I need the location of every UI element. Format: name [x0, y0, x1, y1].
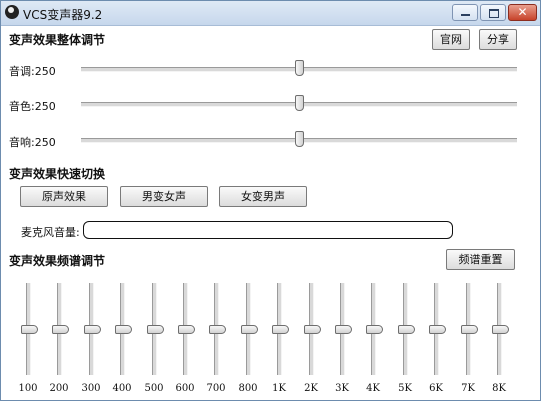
quick-section-title: 变声效果快速切换	[9, 167, 106, 181]
original-voice-button[interactable]: 原声效果	[20, 186, 108, 207]
eq-band-label: 2K	[304, 383, 318, 394]
eq-band-thumb-600[interactable]	[178, 325, 195, 334]
eq-band-thumb-800[interactable]	[241, 325, 258, 334]
reverb-slider-thumb[interactable]	[295, 131, 304, 147]
share-button[interactable]: 分享	[479, 29, 517, 50]
eq-band-label: 300	[81, 383, 101, 394]
eq-band-label: 7K	[461, 383, 475, 394]
eq-band-thumb-700[interactable]	[209, 325, 226, 334]
eq-band-label: 8K	[492, 383, 506, 394]
eq-band-thumb-200[interactable]	[52, 325, 69, 334]
eq-band-label: 500	[144, 383, 164, 394]
eq-band-label: 700	[206, 383, 226, 394]
eq-band-label: 6K	[429, 383, 443, 394]
slider-label: 音色:250	[9, 100, 56, 113]
slider-label: 音调:250	[9, 65, 56, 78]
title-bar[interactable]: VCS变声器9.2 ✕	[1, 1, 540, 26]
pitch-slider-thumb[interactable]	[295, 60, 304, 76]
eq-section-title: 变声效果频谱调节	[9, 254, 106, 268]
eq-band-thumb-7k[interactable]	[461, 325, 478, 334]
overall-section-title: 变声效果整体调节	[9, 33, 106, 47]
eq-band-label: 600	[175, 383, 195, 394]
eq-band-label: 100	[18, 383, 38, 394]
eq-band-label: 1K	[272, 383, 286, 394]
eq-band-thumb-3k[interactable]	[335, 325, 352, 334]
official-site-button[interactable]: 官网	[432, 29, 470, 50]
minimize-button[interactable]	[452, 4, 478, 21]
eq-band-thumb-100[interactable]	[21, 325, 38, 334]
eq-band-label: 200	[49, 383, 69, 394]
close-icon: ✕	[517, 5, 528, 19]
female-to-male-button[interactable]: 女变男声	[219, 186, 307, 207]
eq-band-label: 5K	[398, 383, 412, 394]
minimize-icon	[461, 14, 470, 16]
eq-band-thumb-400[interactable]	[115, 325, 132, 334]
eq-band-thumb-500[interactable]	[147, 325, 164, 334]
mic-volume-meter	[83, 221, 453, 239]
maximize-icon	[489, 9, 499, 18]
eq-band-thumb-1k[interactable]	[272, 325, 289, 334]
mic-volume-label: 麦克风音量:	[21, 226, 80, 239]
eq-band-thumb-5k[interactable]	[398, 325, 415, 334]
close-button[interactable]: ✕	[508, 4, 537, 21]
maximize-button[interactable]	[480, 4, 506, 21]
slider-label: 音响:250	[9, 136, 56, 149]
eq-reset-button[interactable]: 频谱重置	[446, 249, 515, 270]
eq-band-label: 400	[112, 383, 132, 394]
eq-band-label: 3K	[335, 383, 349, 394]
eq-band-thumb-2k[interactable]	[304, 325, 321, 334]
eq-band-label: 4K	[366, 383, 380, 394]
male-to-female-button[interactable]: 男变女声	[120, 186, 208, 207]
eq-band-thumb-6k[interactable]	[429, 325, 446, 334]
headphones-icon	[5, 5, 19, 19]
window-title: VCS变声器9.2	[23, 8, 103, 22]
app-window: VCS变声器9.2 ✕ 变声效果整体调节 官网 分享 音调:250 音色:250…	[0, 0, 541, 401]
eq-band-thumb-300[interactable]	[84, 325, 101, 334]
eq-band-thumb-8k[interactable]	[492, 325, 509, 334]
timbre-slider-thumb[interactable]	[295, 95, 304, 111]
eq-band-thumb-4k[interactable]	[366, 325, 383, 334]
eq-band-label: 800	[238, 383, 258, 394]
